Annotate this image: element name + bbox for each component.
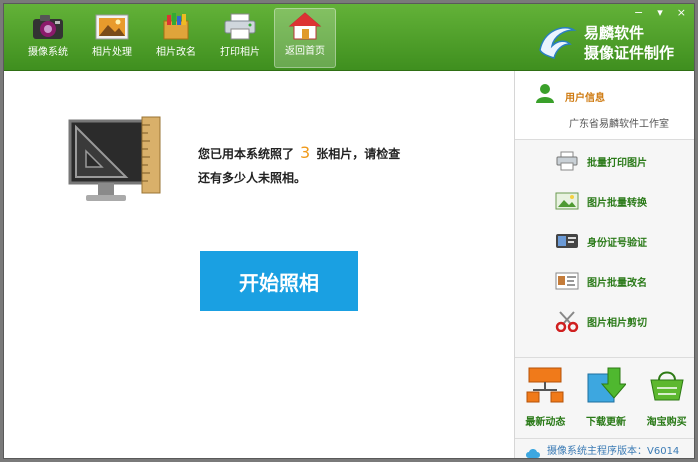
brand: 易麟软件 摄像证件制作 — [534, 18, 684, 64]
toolbar-label: 相片处理 — [92, 47, 132, 58]
top-toolbar: 摄像系统 相片处理 相片改名 打印相片 返回首页 − ▾ × 易麟软件 摄像证件… — [4, 4, 694, 71]
toolbar-photo-rename[interactable]: 相片改名 — [146, 10, 206, 68]
tool-list: 批量打印图片 图片批量转换 身份证号验证 图片批量改名 图片相片剪切 — [515, 141, 694, 341]
toolbar-label: 相片改名 — [156, 47, 196, 58]
toolbar-label: 返回首页 — [285, 46, 325, 57]
cloud-icon — [525, 444, 541, 458]
news-label: 最新动态 — [525, 417, 566, 428]
toolbar-label: 摄像系统 — [28, 47, 68, 58]
home-icon — [286, 9, 324, 43]
news-button[interactable]: 最新动态 — [518, 366, 572, 429]
user-info-panel: 用户信息 广东省易麟软件工作室 — [515, 71, 694, 140]
sidebar-item-label: 图片批量改名 — [587, 277, 647, 289]
rename-icon — [157, 10, 195, 44]
brand-line1: 易麟软件 — [584, 24, 645, 42]
image-convert-icon — [555, 191, 579, 211]
brand-line2: 摄像证件制作 — [584, 44, 675, 62]
user-icon — [535, 83, 555, 103]
toolbar-photo-edit[interactable]: 相片处理 — [82, 10, 142, 68]
photo-edit-icon — [93, 10, 131, 44]
toolbar-camera-system[interactable]: 摄像系统 — [18, 10, 78, 68]
download-icon — [586, 366, 626, 406]
monitor-ruler-icon — [66, 115, 166, 207]
cart-icon — [647, 366, 687, 406]
sidebar-item-label: 批量打印图片 — [587, 157, 647, 169]
message-part1: 您已用本系统照了 — [198, 147, 295, 161]
sidebar-item-label: 图片批量转换 — [587, 197, 647, 209]
sidebar-item-label: 身份证号验证 — [587, 237, 647, 249]
start-photo-button[interactable]: 开始照相 — [200, 251, 358, 311]
main-panel: 您已用本系统照了 3 张相片，请检查 还有多少人未照相。 开始照相 — [4, 71, 514, 458]
sidebar-item-batch-print[interactable]: 批量打印图片 — [515, 141, 694, 181]
app-window: 摄像系统 相片处理 相片改名 打印相片 返回首页 − ▾ × 易麟软件 摄像证件… — [3, 3, 695, 459]
sidebar-item-batch-rename[interactable]: 图片批量改名 — [515, 261, 694, 301]
version-bar: 摄像系统主程序版本：V6014 — [515, 438, 694, 458]
brand-logo-icon — [534, 20, 580, 62]
toolbar-home[interactable]: 返回首页 — [274, 8, 336, 68]
sidebar-item-id-verify[interactable]: 身份证号验证 — [515, 221, 694, 261]
batch-rename-icon — [555, 271, 579, 291]
printer-icon — [221, 10, 259, 44]
download-update-button[interactable]: 下载更新 — [579, 366, 633, 429]
user-name: 广东省易麟软件工作室 — [569, 119, 669, 130]
news-icon — [525, 366, 565, 406]
taobao-label: 淘宝购买 — [646, 417, 687, 428]
message-part2: 张相片，请检查 — [316, 147, 401, 161]
sidebar-item-label: 图片相片剪切 — [587, 317, 647, 329]
batch-print-icon — [555, 151, 579, 171]
sidebar-item-image-convert[interactable]: 图片批量转换 — [515, 181, 694, 221]
camera-icon — [29, 10, 67, 44]
download-label: 下载更新 — [585, 417, 626, 428]
photo-count: 3 — [300, 143, 311, 162]
toolbar-label: 打印相片 — [220, 47, 260, 58]
right-sidebar: 用户信息 广东省易麟软件工作室 批量打印图片 图片批量转换 身份证号验证 图片批… — [514, 71, 694, 458]
toolbar-print-photo[interactable]: 打印相片 — [210, 10, 270, 68]
id-card-icon — [555, 231, 579, 251]
message-line2: 还有多少人未照相。 — [198, 171, 307, 185]
user-info-title[interactable]: 用户信息 — [565, 89, 605, 104]
sidebar-item-photo-cut[interactable]: 图片相片剪切 — [515, 301, 694, 341]
taobao-buy-button[interactable]: 淘宝购买 — [640, 366, 694, 429]
version-text: 摄像系统主程序版本：V6014 — [547, 446, 680, 457]
scissors-icon — [555, 311, 579, 332]
photo-count-message: 您已用本系统照了 3 张相片，请检查 还有多少人未照相。 — [198, 141, 468, 190]
sidebar-bottom-actions: 最新动态 下载更新 淘宝购买 — [515, 357, 694, 435]
